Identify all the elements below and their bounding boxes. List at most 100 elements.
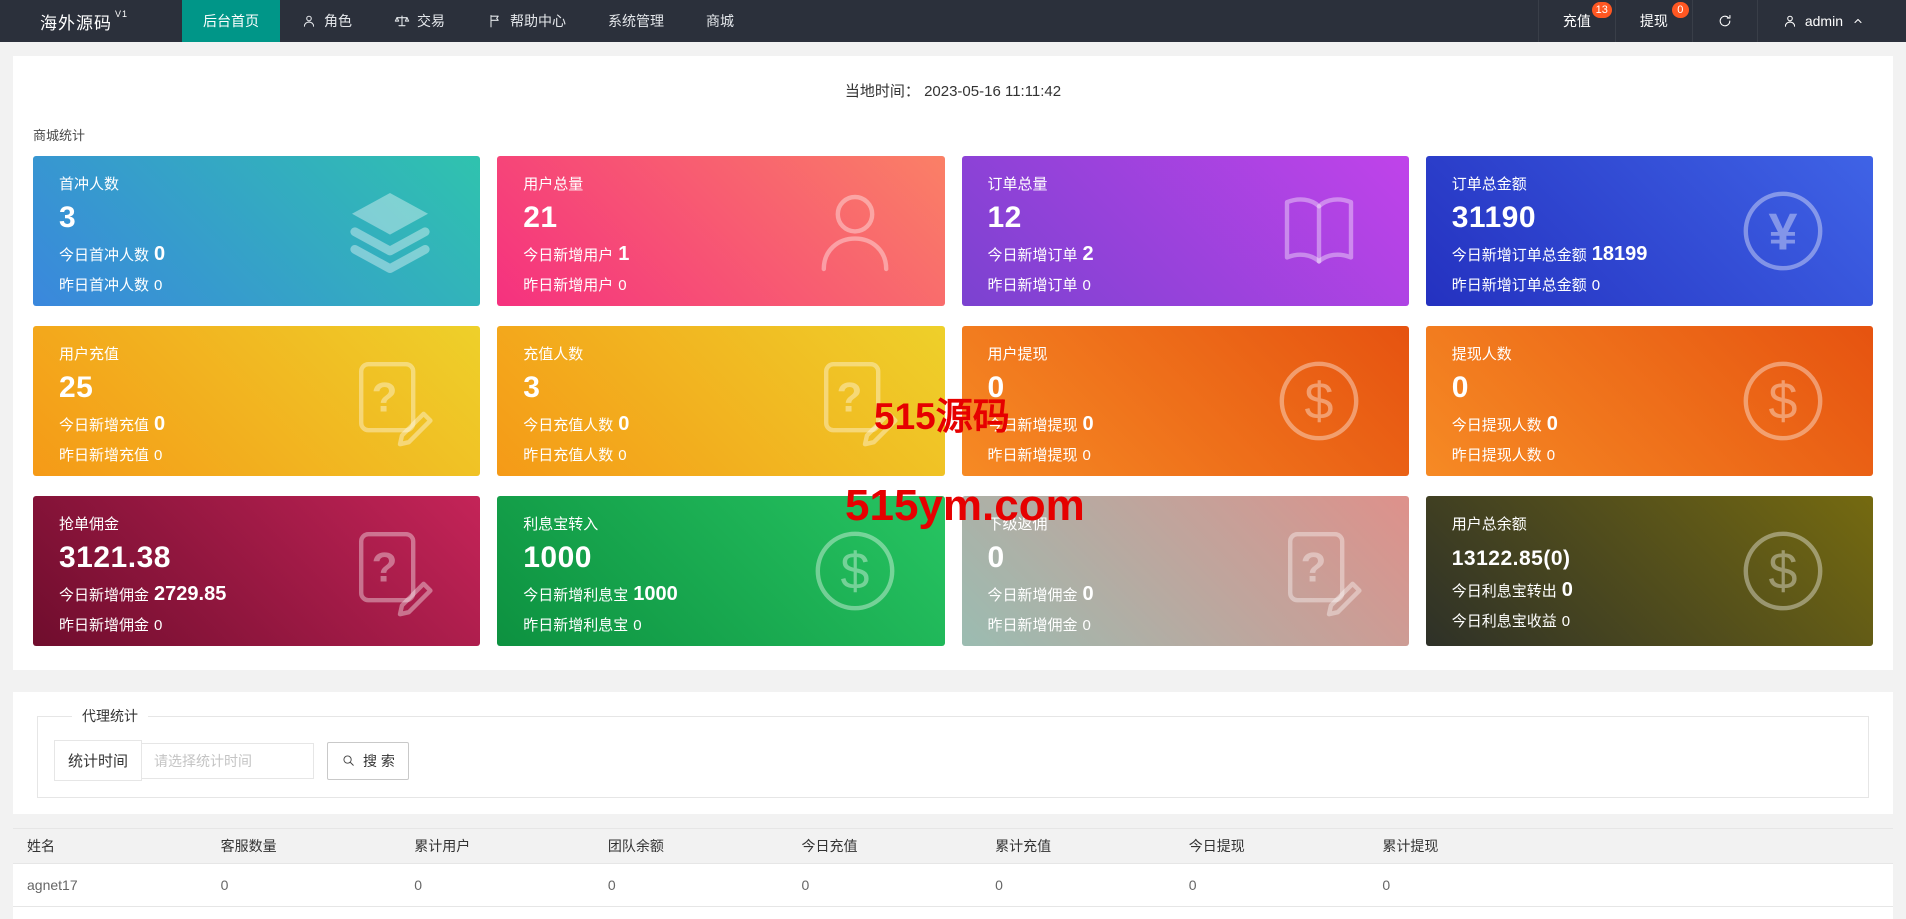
svg-text:?: ? [372, 373, 398, 420]
agent-table-panel: 姓名 客服数量 累计用户 团队余额 今日充值 累计充值 今日提现 累计提现 agnet17 0 0… [13, 828, 1893, 919]
table-header-cell: 累计充值 [981, 828, 1175, 864]
notification-badge: 0 [1671, 2, 1689, 18]
nav-item-6[interactable]: 商城 [685, 0, 755, 42]
stat-card-today-value: 2729.85 [154, 583, 227, 605]
nav-action-label: 充值 [1562, 13, 1591, 29]
flag-icon [487, 13, 503, 29]
table-cell: agnet17 [13, 863, 207, 907]
nav-item-1[interactable]: 后台首页 [182, 0, 281, 42]
table-header-cell: 今日充值 [787, 828, 982, 864]
nav-item-label: 角色 [324, 13, 353, 29]
local-time: 当地时间： 2023-05-16 11:11:42 [13, 56, 1893, 101]
table-row: agnet17 0 0 0 0 0 0 0 [13, 863, 1893, 907]
stat-card-yesterday-value: 0 [1082, 617, 1091, 634]
doc-question-icon: ? [342, 353, 438, 449]
table-header-cell: 姓名 [13, 828, 207, 864]
nav-item-4[interactable]: 帮助中心 [466, 0, 587, 42]
nav-item-3[interactable]: 交易 [373, 0, 466, 42]
svg-text:?: ? [836, 373, 862, 420]
local-time-label: 当地时间： [844, 83, 920, 100]
stat-time-label: 统计时间 [54, 740, 143, 781]
book-icon [1271, 183, 1367, 279]
nav-item-label: 商城 [706, 13, 735, 29]
dollar-icon: $ [1735, 523, 1831, 619]
table-cell: 0 [593, 863, 788, 907]
table-header-cell: 团队余额 [593, 828, 788, 864]
nav-item-label: 交易 [417, 13, 446, 29]
table-cell: 0 [1368, 863, 1893, 907]
agent-table: 姓名 客服数量 累计用户 团队余额 今日充值 累计充值 今日提现 累计提现 agnet17 0 0… [13, 828, 1893, 907]
table-cell: 0 [981, 863, 1175, 907]
dollar-icon: $ [807, 523, 903, 619]
dollar-icon: $ [1735, 353, 1831, 449]
stat-card-yesterday-value: 0 [1082, 447, 1091, 464]
nav-action-1[interactable]: 充值 13 [1537, 0, 1615, 42]
nav-item-5[interactable]: 系统管理 [587, 0, 685, 42]
nav-menu: 后台首页 角色 交易 帮助中心 系统管理 商城 [182, 0, 755, 42]
table-header-cell: 累计用户 [400, 828, 594, 864]
table-cell: 0 [1174, 863, 1369, 907]
layers-icon [342, 183, 438, 279]
stat-card-yesterday-value: 0 [618, 277, 627, 294]
username: admin [1804, 13, 1843, 29]
stat-card-today-value: 0 [154, 413, 166, 435]
stat-card-yesterday-value: 0 [633, 617, 642, 634]
svg-text:?: ? [372, 543, 398, 590]
doc-question-icon: ? [342, 523, 438, 619]
stat-card-today-value: 0 [618, 413, 630, 435]
stat-card-yesterday-value: 0 [154, 447, 163, 464]
stat-card-12: 用户总余额 13122.85(0) 今日利息宝转出 0 今日利息宝收益 0 $ [1425, 496, 1873, 646]
table-cell: 0 [206, 863, 401, 907]
stat-card-11: 下级返佣 0 今日新增佣金 0 昨日新增佣金 0? [961, 496, 1409, 646]
nav-action-label: 提现 [1639, 13, 1668, 29]
stat-card-4: 订单总金额 31190 今日新增订单总金额 18199 昨日新增订单总金额 0 ¥ [1425, 156, 1873, 306]
svg-text:$: $ [1304, 373, 1333, 431]
user-menu[interactable]: admin [1756, 0, 1906, 42]
stat-card-today-value: 0 [1082, 583, 1094, 605]
table-cell: 0 [787, 863, 982, 907]
stat-card-today-value: 2 [1082, 243, 1094, 265]
agent-panel: 代理统计 统计时间 搜 索 [13, 692, 1893, 814]
stat-card-8: 提现人数 0 今日提现人数 0 昨日提现人数 0 $ [1425, 326, 1873, 476]
stat-card-today-value: 18199 [1591, 243, 1648, 265]
refresh-button[interactable] [1691, 0, 1757, 42]
top-navbar: 海外源码 V1 后台首页 角色 交易 帮助中心 系统管理 商城 充值 13 提现 0 admin [0, 0, 1906, 42]
brand-version: V1 [115, 9, 129, 19]
stat-card-6: 充值人数 3 今日充值人数 0 昨日充值人数 0? [497, 326, 945, 476]
dollar-icon: $ [1271, 353, 1367, 449]
svg-text:$: $ [840, 543, 869, 601]
stat-card-10: 利息宝转入 1000 今日新增利息宝 1000 昨日新增利息宝 0 $ [497, 496, 945, 646]
scales-icon [394, 13, 410, 29]
stat-card-yesterday-value: 0 [618, 447, 627, 464]
stat-card-7: 用户提现 0 今日新增提现 0 昨日新增提现 0 $ [961, 326, 1409, 476]
stat-card-yesterday-value: 0 [154, 617, 163, 634]
svg-text:$: $ [1769, 373, 1798, 431]
stat-card-5: 用户充值 25 今日新增充值 0 昨日新增充值 0? [33, 326, 481, 476]
agent-form-row: 统计时间 搜 索 [54, 740, 1852, 781]
stat-card-today-value: 1 [618, 243, 630, 265]
stats-section-title: 商城统计 [33, 128, 86, 143]
stat-card-today-value: 0 [1546, 413, 1558, 435]
refresh-icon [1717, 13, 1733, 29]
user-icon [301, 13, 317, 29]
brand-logo[interactable]: 海外源码 V1 [0, 0, 156, 42]
nav-actions: 充值 13 提现 0 [1537, 0, 1692, 42]
search-button[interactable]: 搜 索 [327, 741, 409, 780]
stat-card-today-value: 0 [1561, 579, 1573, 601]
search-icon [341, 753, 356, 768]
search-button-label: 搜 索 [363, 752, 395, 769]
stat-time-input[interactable] [142, 742, 315, 779]
nav-item-label: 后台首页 [203, 13, 260, 29]
svg-text:$: $ [1769, 543, 1798, 601]
user-icon [1782, 13, 1798, 29]
nav-action-2[interactable]: 提现 0 [1614, 0, 1692, 42]
stat-card-1: 首冲人数 3 今日首冲人数 0 昨日首冲人数 0 [33, 156, 481, 306]
stat-card-3: 订单总量 12 今日新增订单 2 昨日新增订单 0 [961, 156, 1409, 306]
nav-item-2[interactable]: 角色 [280, 0, 373, 42]
stat-card-yesterday-value: 0 [1546, 447, 1556, 464]
stat-card-9: 抢单佣金 3121.38 今日新增佣金 2729.85 昨日新增佣金 0? [33, 496, 481, 646]
yen-icon: ¥ [1735, 183, 1831, 279]
table-header-cell: 今日提现 [1174, 828, 1369, 864]
table-header-row: 姓名 客服数量 累计用户 团队余额 今日充值 累计充值 今日提现 累计提现 [13, 828, 1893, 864]
nav-right: 充值 13 提现 0 admin [1537, 0, 1906, 42]
